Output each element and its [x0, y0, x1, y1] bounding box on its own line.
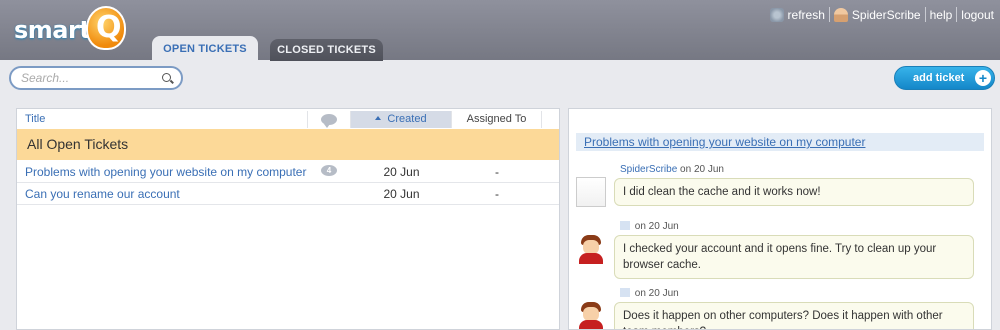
- search-input[interactable]: [21, 71, 151, 85]
- column-header-created[interactable]: Created: [351, 111, 452, 128]
- ticket-assigned: -: [495, 187, 499, 201]
- logout-link[interactable]: logout: [961, 8, 994, 22]
- redacted-author: [620, 288, 630, 297]
- column-header-comments[interactable]: [308, 111, 351, 128]
- search-box: [9, 66, 183, 90]
- comment-bubble-icon: [321, 114, 337, 128]
- ticket-list-panel: Title Created Assigned To All Open Ticke…: [16, 108, 560, 330]
- message-bubble: Does it happen on other computers? Does …: [614, 302, 974, 329]
- user-icon: [833, 7, 848, 22]
- refresh-link[interactable]: refresh: [788, 8, 825, 22]
- app-header: smart Q OPEN TICKETS CLOSED TICKETS refr…: [0, 0, 1000, 61]
- ticket-title-link[interactable]: Can you rename our account: [25, 183, 180, 205]
- avatar: [576, 234, 606, 264]
- logo-text: smart: [14, 16, 91, 44]
- tab-open-tickets[interactable]: OPEN TICKETS: [152, 36, 258, 61]
- logo-q-icon: Q: [86, 6, 126, 50]
- ticket-title-link[interactable]: Problems with opening your website on my…: [25, 161, 306, 183]
- message-meta: on 20 Jun: [620, 221, 679, 232]
- smartq-logo[interactable]: smart Q: [12, 6, 132, 52]
- top-links: refresh SpiderScribe help logout: [769, 7, 994, 22]
- conversation-title-link[interactable]: Problems with opening your website on my…: [576, 133, 984, 151]
- tab-closed-tickets[interactable]: CLOSED TICKETS: [270, 39, 383, 61]
- message-date: on 20 Jun: [634, 221, 679, 232]
- divider: [924, 7, 926, 22]
- add-ticket-label: add ticket: [913, 72, 965, 84]
- conversation-panel: Problems with opening your website on my…: [568, 108, 992, 330]
- avatar: [576, 177, 606, 207]
- message-meta: on 20 Jun: [620, 288, 679, 299]
- message-meta: SpiderScribe on 20 Jun: [620, 164, 724, 175]
- sort-ascending-icon: [375, 116, 382, 120]
- plus-icon: +: [975, 70, 991, 86]
- add-ticket-button[interactable]: add ticket +: [894, 66, 995, 90]
- divider: [828, 7, 830, 22]
- redacted-author: [620, 221, 630, 230]
- group-header-all-open: All Open Tickets: [17, 129, 559, 160]
- message-date: on 20 Jun: [680, 164, 724, 175]
- user-link[interactable]: SpiderScribe: [852, 8, 921, 22]
- message-date: on 20 Jun: [634, 288, 679, 299]
- divider: [956, 7, 958, 22]
- message-author[interactable]: SpiderScribe: [620, 164, 677, 175]
- refresh-icon: [769, 7, 784, 22]
- search-icon[interactable]: [162, 73, 171, 82]
- ticket-created: 20 Jun: [383, 165, 420, 179]
- ticket-created: 20 Jun: [383, 187, 420, 201]
- message-bubble: I checked your account and it opens fine…: [614, 235, 974, 279]
- message-bubble: I did clean the cache and it works now!: [614, 178, 974, 206]
- column-header-title[interactable]: Title: [17, 111, 308, 128]
- column-header-assigned[interactable]: Assigned To: [452, 111, 542, 128]
- table-row[interactable]: Can you rename our account 20 Jun -: [17, 183, 559, 205]
- help-link[interactable]: help: [930, 8, 953, 22]
- avatar: [576, 301, 606, 329]
- ticket-assigned: -: [495, 165, 499, 179]
- table-row[interactable]: Problems with opening your website on my…: [17, 161, 559, 183]
- comment-count-badge: 4: [321, 165, 337, 176]
